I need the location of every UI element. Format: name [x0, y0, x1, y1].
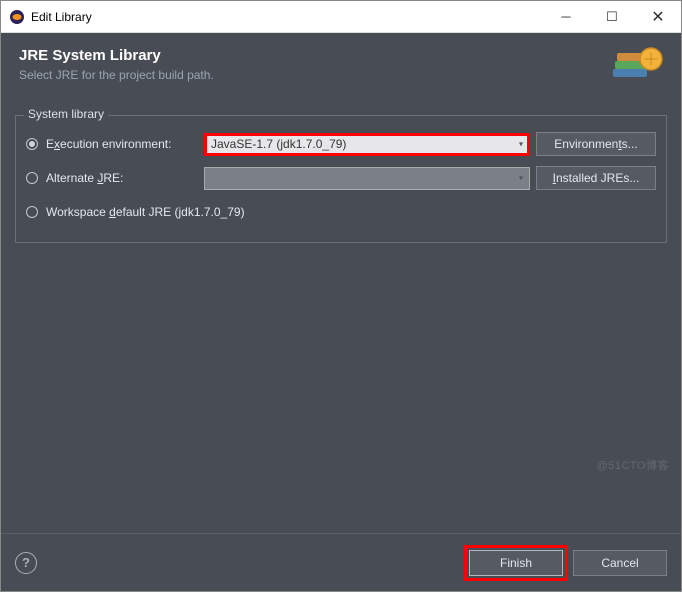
- alternate-jre-label: Alternate JRE:: [46, 171, 204, 185]
- workspace-default-radio[interactable]: [26, 206, 38, 218]
- dialog-footer: ? Finish Cancel: [1, 533, 681, 591]
- execution-environment-radio[interactable]: [26, 138, 38, 150]
- minimize-button[interactable]: ─: [543, 1, 589, 33]
- title-bar: Edit Library ─ ☐ ✕: [1, 1, 681, 33]
- fieldset-legend: System library: [24, 107, 108, 121]
- execution-environment-row: Execution environment: JavaSE-1.7 (jdk1.…: [26, 130, 656, 158]
- maximize-button[interactable]: ☐: [589, 1, 635, 33]
- system-library-fieldset: System library Execution environment: Ja…: [15, 115, 667, 243]
- help-button[interactable]: ?: [15, 552, 37, 574]
- header-subtitle: Select JRE for the project build path.: [19, 68, 607, 82]
- eclipse-icon: [9, 9, 25, 25]
- chevron-down-icon: ▾: [519, 174, 523, 183]
- execution-environment-label: Execution environment:: [46, 137, 204, 151]
- chevron-down-icon: ▾: [519, 140, 523, 149]
- workspace-default-label: Workspace default JRE (jdk1.7.0_79): [46, 205, 245, 219]
- dialog-body: System library Execution environment: Ja…: [1, 97, 681, 533]
- watermark: @51CTO博客: [597, 457, 669, 473]
- alternate-jre-select[interactable]: ▾: [204, 167, 530, 190]
- execution-environment-select[interactable]: JavaSE-1.7 (jdk1.7.0_79) ▾: [204, 133, 530, 156]
- installed-jres-button[interactable]: Installed JREs...: [536, 166, 656, 190]
- dialog-header: JRE System Library Select JRE for the pr…: [1, 33, 681, 97]
- finish-button[interactable]: Finish: [469, 550, 563, 576]
- close-button[interactable]: ✕: [635, 1, 681, 33]
- header-title: JRE System Library: [19, 47, 607, 64]
- alternate-jre-row: Alternate JRE: ▾ Installed JREs...: [26, 164, 656, 192]
- window-controls: ─ ☐ ✕: [543, 1, 681, 33]
- workspace-default-row: Workspace default JRE (jdk1.7.0_79): [26, 198, 656, 226]
- environments-button[interactable]: Environments...: [536, 132, 656, 156]
- execution-environment-value: JavaSE-1.7 (jdk1.7.0_79): [211, 137, 346, 151]
- window-title: Edit Library: [31, 10, 543, 24]
- alternate-jre-radio[interactable]: [26, 172, 38, 184]
- cancel-button[interactable]: Cancel: [573, 550, 667, 576]
- library-icon: [607, 43, 663, 85]
